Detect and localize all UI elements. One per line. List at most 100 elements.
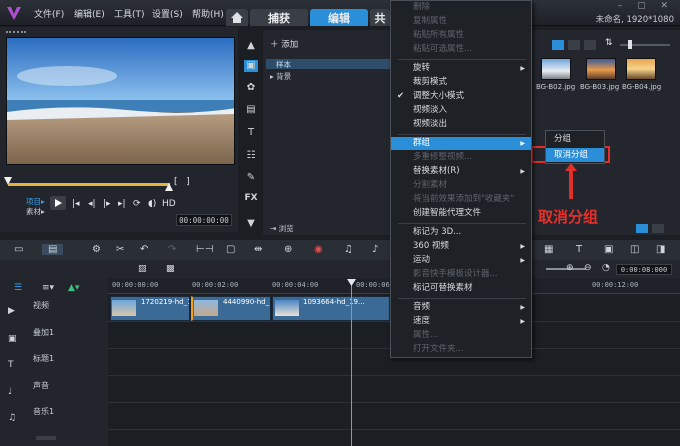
view-grid-button[interactable] (584, 40, 596, 50)
menu-separator (398, 59, 526, 60)
auto-music-icon[interactable]: ♪ (372, 244, 378, 255)
transition-icon[interactable]: ▤ (244, 104, 258, 116)
track-name: 音乐1 (33, 407, 55, 416)
context-menu-item[interactable]: 替换素材(R) ▶ (391, 165, 531, 178)
timeline-view-icon[interactable]: ▤ (42, 244, 64, 255)
scroll-down-icon[interactable]: ▼ (244, 218, 258, 230)
fx-icon[interactable]: FX (244, 193, 258, 205)
folder-background[interactable]: ▸ 背景 (270, 71, 291, 82)
context-menu-item[interactable]: 标记可替换素材 (391, 282, 531, 295)
thumb-bg-b03[interactable] (586, 58, 616, 80)
hd-toggle[interactable]: HD (162, 199, 176, 209)
context-menu-item[interactable]: 视频淡入 (391, 104, 531, 117)
context-menu-item[interactable]: 调整大小模式 ✔ (391, 90, 531, 103)
context-menu-item[interactable]: 音频 ▶ (391, 301, 531, 314)
context-menu-item[interactable]: 创建智能代理文件 (391, 207, 531, 220)
view-list-button[interactable] (568, 40, 580, 50)
storyboard-view-icon[interactable]: ▭ (14, 244, 23, 255)
submenu-ungroup[interactable]: 取消分组 (546, 148, 604, 162)
submenu-arrow-icon: ▶ (520, 168, 525, 175)
filter-icon[interactable]: ✎ (244, 172, 258, 184)
add-track-icon[interactable]: ▲▾ (68, 283, 79, 293)
zoom-out-icon[interactable]: ⊖ (584, 263, 592, 273)
track-manager-icon[interactable]: ☰ (14, 283, 22, 293)
graphics-icon[interactable]: ☷ (244, 150, 258, 162)
context-menu-item[interactable]: 360 视频 ▶ (391, 240, 531, 253)
menu-settings[interactable]: 设置(S) (152, 7, 183, 20)
library-option-icon[interactable] (652, 224, 664, 233)
scroll-up-icon[interactable]: ▲ (244, 40, 258, 52)
folder-sample[interactable]: 样本 (266, 59, 390, 69)
add-folder-button[interactable]: ＋ 添加 (270, 38, 298, 50)
menu-tools[interactable]: 工具(T) (114, 7, 145, 20)
home-tab[interactable] (226, 9, 248, 26)
ruler-label: 00:00:02:00 (192, 281, 239, 289)
context-menu-item[interactable]: 群组 ▶ (391, 137, 531, 150)
crop-icon[interactable]: ▢ (226, 244, 235, 255)
menu-edit[interactable]: 编辑(E) (74, 7, 105, 20)
clock-icon[interactable]: ◔ (602, 263, 610, 273)
toolbar-customize-icon[interactable]: ⚙ (92, 244, 101, 255)
browse-button[interactable]: ⇥ 浏览 (270, 223, 294, 234)
tab-share[interactable]: 共 (370, 9, 390, 26)
repeat-icon[interactable]: ⟳ (133, 199, 141, 209)
play-button[interactable] (50, 196, 66, 210)
record-icon[interactable]: ◉ (314, 244, 323, 255)
tab-edit[interactable]: 编辑 (310, 9, 368, 26)
mode-clip[interactable]: 素材▸ (26, 206, 45, 217)
voice-track-row[interactable] (108, 376, 680, 403)
library-option-icon[interactable] (636, 224, 648, 233)
next-frame-icon[interactable]: |▸ (103, 199, 111, 209)
context-menu-item[interactable]: 旋转 ▶ (391, 62, 531, 75)
menu-help[interactable]: 帮助(H) (192, 7, 224, 20)
thumb-bg-b02[interactable] (541, 58, 571, 80)
toolbar-icon[interactable]: ▣ (604, 244, 613, 255)
timeline-duration[interactable]: 0:00:08:000 (616, 264, 672, 275)
bracket-icons[interactable]: [ ] (174, 177, 190, 187)
title-icon[interactable]: T (244, 127, 258, 139)
media-icon[interactable]: ▣ (244, 60, 258, 72)
motion-icon[interactable]: ⊕ (284, 244, 292, 255)
context-menu-item[interactable]: 速度 ▶ (391, 315, 531, 328)
chapter-icon[interactable]: ≡▾ (42, 283, 54, 293)
end-step-icon[interactable]: ▸| (118, 199, 126, 209)
fit-icon[interactable]: ⊢⊣ (196, 244, 213, 255)
menu-file[interactable]: 文件(F) (34, 7, 64, 20)
volume-icon[interactable]: ◖) (148, 199, 156, 209)
preview-timecode[interactable]: 00:00:00:00 (176, 214, 232, 226)
title-track-icon: T (8, 360, 14, 370)
window-controls[interactable]: – ▢ ✕ (618, 1, 674, 11)
audio-mix-icon[interactable]: ♫ (344, 244, 353, 255)
context-menu-item[interactable]: 视频淡出 (391, 118, 531, 131)
video-preview (6, 37, 235, 165)
view-thumb-button[interactable] (552, 40, 564, 50)
context-menu-item[interactable]: 标记为 3D... (391, 226, 531, 239)
thumb-bg-b04[interactable] (626, 58, 656, 80)
thumb-size-knob[interactable] (628, 40, 632, 49)
music-track-row[interactable] (108, 403, 680, 430)
track-scroll-handle[interactable] (36, 436, 56, 440)
split-icon[interactable]: ⇹ (254, 244, 262, 255)
redo-icon[interactable]: ↷ (168, 244, 176, 255)
toolbar-icon[interactable]: ▦ (544, 244, 553, 255)
slideshow-icon[interactable]: ▨ (138, 264, 147, 274)
submenu-group[interactable]: 分组 (546, 132, 604, 146)
trim-bar[interactable] (8, 183, 170, 186)
sort-icon[interactable]: ⇅ (605, 38, 613, 48)
toolbar-icon[interactable]: T (576, 244, 582, 255)
instant-project-icon[interactable]: ✿ (244, 82, 258, 94)
toolbar-icon[interactable]: ◨ (656, 244, 665, 255)
playhead[interactable] (351, 280, 352, 446)
plus-icon: ＋ (270, 40, 282, 50)
undo-icon[interactable]: ↶ (140, 244, 148, 255)
context-menu-item[interactable]: 裁剪模式 (391, 76, 531, 89)
gif-icon[interactable]: ▩ (166, 264, 175, 274)
tab-capture[interactable]: 捕获 (250, 9, 308, 26)
scissors-icon[interactable]: ✂ (116, 244, 124, 255)
zoom-in-icon[interactable]: ⊕ (566, 263, 574, 273)
context-menu-item[interactable]: 运动 ▶ (391, 254, 531, 267)
home-step-icon[interactable]: |◂ (72, 199, 80, 209)
prev-frame-icon[interactable]: ◂| (88, 199, 96, 209)
toolbar-icon[interactable]: ◫ (630, 244, 639, 255)
annotation-arrow-icon (565, 163, 577, 199)
